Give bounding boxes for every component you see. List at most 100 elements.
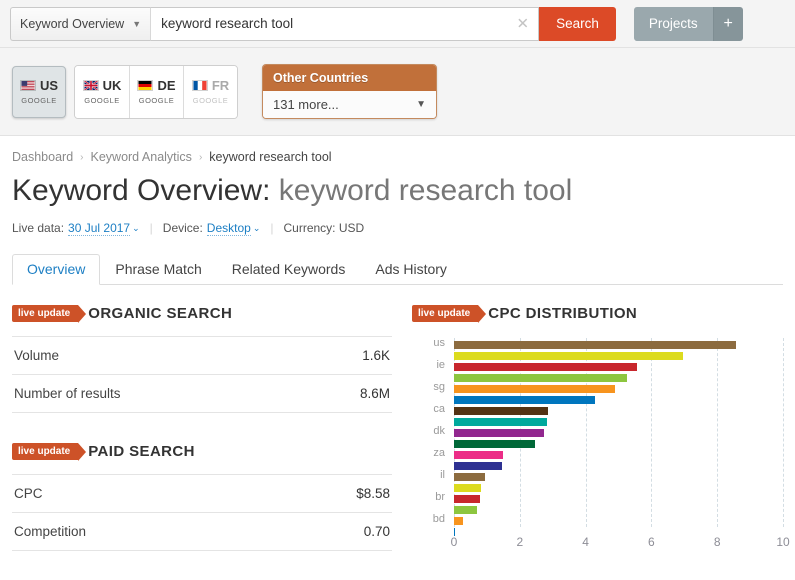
database-code-uk: UK (102, 78, 122, 93)
database-engine-fr: GOOGLE (192, 96, 229, 105)
metric-label-competition: Competition (14, 523, 87, 539)
chevron-down-icon: ▼ (132, 18, 142, 29)
metric-label-volume: Volume (14, 347, 60, 363)
metrics-column: live update ORGANIC SEARCH Volume 1.6K N… (12, 304, 402, 553)
top-toolbar: Keyword Overview ▼ ✕ Search Projects + (0, 0, 795, 48)
chart-x-tick: 8 (713, 534, 721, 549)
search-input[interactable] (151, 7, 539, 40)
chart-bar[interactable] (454, 384, 616, 393)
chart-bar-row: ca (433, 403, 783, 417)
chart-y-label: dk (433, 424, 445, 437)
add-project-button[interactable]: + (712, 6, 743, 41)
live-data-selector[interactable]: 30 Jul 2017 ⌄ (68, 221, 140, 236)
report-type-label: Keyword Overview (20, 16, 125, 31)
tab-bar: Overview Phrase Match Related Keywords A… (12, 253, 783, 285)
database-tile-us[interactable]: US GOOGLE (12, 65, 66, 118)
breadcrumb-item-dashboard[interactable]: Dashboard (12, 150, 73, 164)
currency-label: Currency: USD (283, 221, 365, 235)
chart-x-tick: 6 (648, 534, 655, 549)
live-data-label: Live data: (12, 221, 65, 235)
database-tile-de[interactable]: DE GOOGLE (129, 65, 183, 118)
chart-bar[interactable] (454, 506, 478, 515)
chart-bars: us ie sg ca dk za il br bd (433, 337, 783, 537)
device-selector[interactable]: Desktop ⌄ (206, 221, 261, 236)
paid-search-header: live update PAID SEARCH (12, 442, 392, 461)
search-group: Keyword Overview ▼ ✕ Search (10, 6, 616, 41)
database-engine-us: GOOGLE (21, 96, 57, 105)
meta-divider: | (270, 221, 274, 235)
database-code-fr: FR (211, 78, 230, 93)
chart-bar[interactable] (454, 462, 503, 471)
paid-search-title: PAID SEARCH (88, 442, 195, 460)
chart-x-tick: 0 (450, 534, 458, 549)
live-update-badge: live update (412, 304, 487, 323)
chart-y-label: bd (432, 513, 445, 526)
clear-search-icon[interactable]: ✕ (517, 16, 530, 31)
chart-bar[interactable] (454, 351, 683, 360)
chart-bar[interactable] (454, 373, 627, 382)
chart-bar-row: br (435, 491, 783, 505)
chart-bar-row (454, 395, 783, 406)
database-engine-uk: GOOGLE (84, 96, 120, 105)
flag-fr-icon (191, 80, 208, 91)
chart-x-tick: 10 (776, 534, 790, 549)
chart-bar[interactable] (454, 340, 737, 349)
search-button[interactable]: Search (539, 6, 616, 41)
flag-de-icon (137, 80, 154, 91)
report-type-select[interactable]: Keyword Overview ▼ (10, 6, 151, 41)
page-title: Keyword Overview: keyword research tool (12, 174, 783, 209)
chart-bar-row: il (440, 469, 783, 483)
chart-bar-row: bd (433, 513, 783, 527)
live-update-badge: live update (12, 304, 87, 323)
projects-button[interactable]: Projects (633, 6, 713, 41)
database-tile-uk[interactable]: UK GOOGLE (75, 65, 129, 118)
breadcrumb-item-keyword-analytics[interactable]: Keyword Analytics (91, 150, 192, 164)
chart-bar-row (454, 417, 783, 428)
chart-bar-row: us (433, 337, 783, 351)
chart-bar[interactable] (454, 439, 536, 448)
database-code-de: DE (157, 78, 176, 93)
tab-related-keywords[interactable]: Related Keywords (217, 254, 361, 285)
cpc-distribution-header: live update CPC DISTRIBUTION (412, 304, 783, 323)
chart-bar-row: ie (436, 359, 783, 373)
database-tile-fr[interactable]: FR GOOGLE (183, 65, 237, 118)
chart-bar[interactable] (454, 362, 637, 371)
chart-bar-row: za (433, 447, 783, 461)
cpc-distribution-column: live update CPC DISTRIBUTION us ie sg ca dk z… (402, 304, 790, 553)
organic-search-header: live update ORGANIC SEARCH (12, 304, 392, 323)
chart-y-label: br (435, 491, 445, 504)
chart-x-tick: 2 (516, 534, 524, 549)
chart-bar[interactable] (454, 395, 596, 404)
chevron-down-icon: ⌄ (252, 222, 261, 233)
gridline (783, 337, 784, 527)
chart-y-label: il (440, 469, 445, 482)
chart-bar-row (454, 461, 783, 472)
tab-phrase-match[interactable]: Phrase Match (100, 254, 216, 285)
table-row: Volume 1.6K (12, 336, 392, 374)
chart-bar[interactable] (454, 484, 482, 493)
meta-divider: | (149, 221, 153, 235)
chart-y-label: za (433, 446, 445, 459)
breadcrumb-item-current: keyword research tool (209, 150, 332, 164)
tab-ads-history[interactable]: Ads History (360, 254, 462, 285)
other-countries-select[interactable]: 131 more... ▼ (263, 91, 436, 118)
organic-search-title: ORGANIC SEARCH (88, 304, 233, 322)
chart-bar[interactable] (454, 428, 545, 437)
projects-group: Projects + (633, 6, 743, 41)
page-content: Dashboard › Keyword Analytics › keyword … (0, 136, 795, 553)
panels: live update ORGANIC SEARCH Volume 1.6K N… (12, 304, 790, 553)
chart-bar[interactable] (454, 450, 504, 459)
chart-bar[interactable] (454, 495, 480, 504)
chart-bar[interactable] (454, 517, 463, 526)
chart-bar[interactable] (454, 473, 486, 482)
chart-bar[interactable] (454, 406, 549, 415)
search-field-wrap: ✕ (150, 6, 540, 41)
chevron-down-icon: ⌄ (132, 222, 140, 233)
page-title-prefix: Keyword Overview: (12, 174, 271, 207)
chart-bar[interactable] (454, 417, 548, 426)
tab-overview[interactable]: Overview (12, 253, 101, 285)
cpc-distribution-title: CPC DISTRIBUTION (488, 304, 638, 322)
other-countries-dropdown[interactable]: Other Countries 131 more... ▼ (262, 64, 437, 119)
metric-value-competition: 0.70 (363, 523, 390, 539)
